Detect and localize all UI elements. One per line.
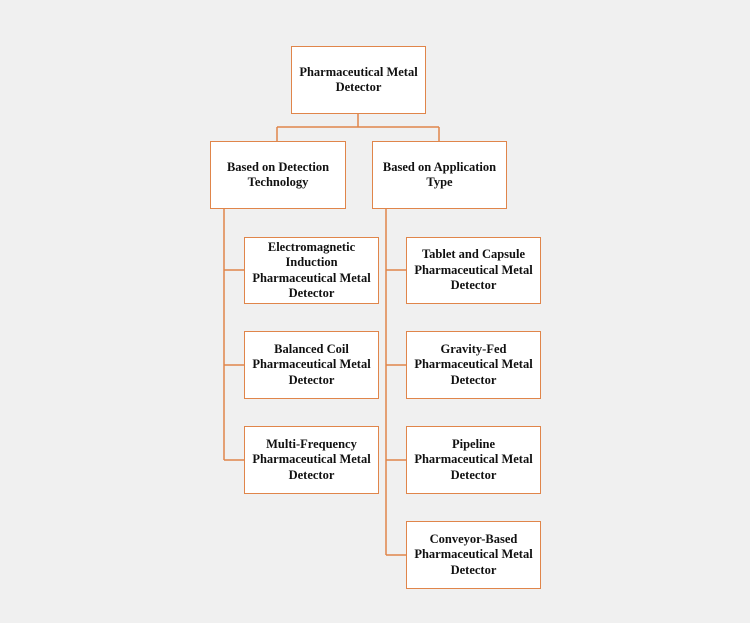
leaf-label: Tablet and Capsule Pharmaceutical Metal … xyxy=(414,247,533,293)
leaf-node: Gravity-Fed Pharmaceutical Metal Detecto… xyxy=(406,331,541,399)
leaf-label: Gravity-Fed Pharmaceutical Metal Detecto… xyxy=(414,341,533,387)
root-label: Pharmaceutical Metal Detector xyxy=(299,64,418,95)
branch-label: Based on Detection Technology xyxy=(226,159,330,190)
leaf-label: Pipeline Pharmaceutical Metal Detector xyxy=(414,436,533,482)
leaf-node: Electromagnetic Induction Pharmaceutical… xyxy=(244,237,379,304)
leaf-label: Multi-Frequency Pharmaceutical Metal Det… xyxy=(252,436,371,482)
root-node: Pharmaceutical Metal Detector xyxy=(291,46,426,114)
leaf-label: Conveyor-Based Pharmaceutical Metal Dete… xyxy=(414,531,533,577)
leaf-node: Balanced Coil Pharmaceutical Metal Detec… xyxy=(244,331,379,399)
leaf-node: Pipeline Pharmaceutical Metal Detector xyxy=(406,426,541,494)
leaf-label: Electromagnetic Induction Pharmaceutical… xyxy=(252,239,371,301)
branch-node-detection-technology: Based on Detection Technology xyxy=(210,141,346,209)
branch-label: Based on Application Type xyxy=(382,159,497,190)
leaf-node: Conveyor-Based Pharmaceutical Metal Dete… xyxy=(406,521,541,589)
leaf-node: Tablet and Capsule Pharmaceutical Metal … xyxy=(406,237,541,304)
leaf-node: Multi-Frequency Pharmaceutical Metal Det… xyxy=(244,426,379,494)
branch-node-application-type: Based on Application Type xyxy=(372,141,507,209)
leaf-label: Balanced Coil Pharmaceutical Metal Detec… xyxy=(252,341,371,387)
